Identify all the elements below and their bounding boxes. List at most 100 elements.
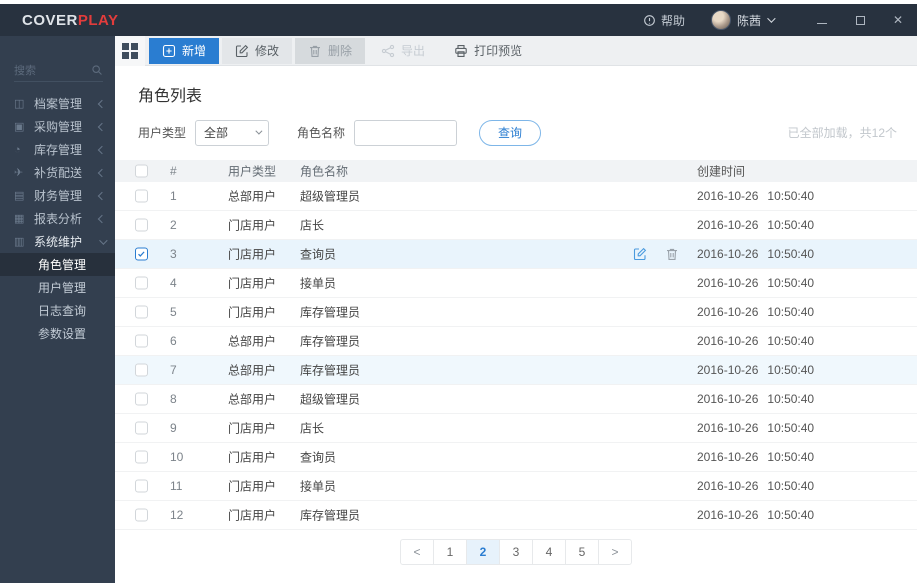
pagination-page-2[interactable]: 2 (466, 539, 500, 565)
user-type-select[interactable]: 全部 (195, 119, 270, 146)
pagination-page-1[interactable]: 1 (433, 539, 467, 565)
row-created-time: 2016-10-26 10:50:40 (697, 508, 814, 522)
row-checkbox[interactable] (135, 479, 148, 493)
report-icon: ▦ (14, 213, 25, 225)
sidebar-item-finance[interactable]: ▤ 财务管理 (0, 184, 115, 207)
role-name-input[interactable] (354, 119, 458, 146)
sidebar-item-inventory[interactable]: ◔ 库存管理 (0, 138, 115, 161)
row-edit-button[interactable] (633, 247, 647, 261)
created-clock: 10:50:40 (767, 218, 815, 232)
archive-icon: ◫ (14, 98, 25, 110)
chevron-left-icon (97, 99, 107, 108)
table-row[interactable]: 7 总部用户 库存管理员 2016-10-26 10:50:40 (115, 356, 917, 385)
row-checkbox[interactable] (135, 392, 148, 406)
table-row[interactable]: 2 门店用户 店长 2016-10-26 10:50:40 (115, 211, 917, 240)
delete-button[interactable]: 删除 (295, 37, 366, 64)
pagination-page-5[interactable]: 5 (565, 539, 599, 565)
query-button[interactable]: 查询 (479, 119, 542, 146)
sidebar-item-archives[interactable]: ◫ 档案管理 (0, 92, 115, 115)
row-role-name: 查询员 (300, 247, 337, 262)
row-checkbox[interactable] (135, 218, 148, 232)
pagination-prev-button[interactable]: < (400, 539, 434, 565)
row-index: 1 (170, 189, 177, 203)
table-row[interactable]: 1 总部用户 超级管理员 2016-10-26 10:50:40 (115, 182, 917, 211)
chevron-down-icon (767, 14, 776, 23)
sidebar-item-purchase[interactable]: ▣ 采购管理 (0, 115, 115, 138)
info-circle-icon (644, 14, 655, 26)
role-name-label: 角色名称 (297, 126, 346, 140)
table-row[interactable]: 4 门店用户 接单员 2016-10-26 10:50:40 (115, 269, 917, 298)
sidebar-subitem-logs[interactable]: 日志查询 (0, 299, 115, 322)
pagination-next-button[interactable]: > (598, 539, 632, 565)
edit-button[interactable]: 修改 (222, 37, 293, 64)
minimize-button[interactable] (803, 4, 841, 36)
grid-menu-button[interactable] (115, 35, 145, 66)
row-checkbox[interactable] (135, 247, 148, 261)
user-menu[interactable]: 陈茜 (710, 10, 776, 30)
pagination-page-4[interactable]: 4 (532, 539, 566, 565)
sidebar-nav: ◫ 档案管理 ▣ 采购管理 ◔ 库存管理 ✈ 补货配送 ▤ 财务管理 ▦ 报表分析 ▥ 系统维护 角色管理用… (0, 92, 115, 345)
row-checkbox[interactable] (135, 305, 148, 319)
search-placeholder: 搜索 (14, 64, 36, 77)
select-all-checkbox[interactable] (135, 164, 148, 178)
close-button[interactable]: ✕ (879, 4, 917, 36)
sidebar-item-reports[interactable]: ▦ 报表分析 (0, 207, 115, 230)
row-role-name: 接单员 (300, 276, 337, 291)
inventory-icon: ◔ (14, 143, 21, 156)
sidebar-item-label: 补货配送 (34, 166, 83, 180)
help-label: 帮助 (660, 13, 685, 28)
table-row[interactable]: 9 门店用户 店长 2016-10-26 10:50:40 (115, 414, 917, 443)
row-checkbox[interactable] (135, 508, 148, 522)
row-index: 10 (170, 450, 184, 464)
row-checkbox[interactable] (135, 363, 148, 377)
plus-square-icon (162, 44, 176, 57)
row-created-time: 2016-10-26 10:50:40 (697, 305, 814, 319)
table-row[interactable]: 5 门店用户 库存管理员 2016-10-26 10:50:40 (115, 298, 917, 327)
sidebar-item-system[interactable]: ▥ 系统维护 (0, 230, 115, 253)
minimize-icon (817, 22, 827, 24)
toolbar: 新增 修改 删除 导出 打印预览 (115, 35, 917, 66)
table-row[interactable]: 3 门店用户 查询员 2016-10-26 10:50:40 (115, 240, 917, 269)
export-button[interactable]: 导出 (368, 38, 438, 64)
column-header-index: # (170, 164, 177, 178)
row-user-type: 总部用户 (228, 334, 277, 349)
sidebar-item-label: 财务管理 (34, 189, 83, 203)
row-index: 9 (170, 421, 177, 435)
row-checkbox[interactable] (135, 334, 148, 348)
sidebar-search-input[interactable]: 搜索 (14, 58, 103, 82)
row-index: 7 (170, 363, 177, 377)
table-row[interactable]: 8 总部用户 超级管理员 2016-10-26 10:50:40 (115, 385, 917, 414)
avatar (710, 10, 731, 30)
maximize-icon (855, 15, 865, 25)
help-button[interactable]: 帮助 (643, 12, 685, 29)
maximize-button[interactable] (841, 4, 879, 36)
row-delete-button[interactable] (665, 247, 679, 261)
row-checkbox[interactable] (135, 276, 148, 290)
row-checkbox[interactable] (135, 421, 148, 435)
app-window: COVERPLAY 帮助 陈茜 ✕ 搜索 ◫ 档案管理 ▣ 采购管理 ◔ 库存管理 ✈ (0, 0, 917, 583)
row-index: 6 (170, 334, 177, 348)
sidebar-subitem-params[interactable]: 参数设置 (0, 322, 115, 345)
trash-icon (310, 45, 321, 57)
table-row[interactable]: 11 门店用户 接单员 2016-10-26 10:50:40 (115, 472, 917, 501)
sidebar-subitem-users[interactable]: 用户管理 (0, 276, 115, 299)
pagination-page-3[interactable]: 3 (499, 539, 533, 565)
row-user-type: 总部用户 (228, 363, 277, 378)
sidebar-item-replenish[interactable]: ✈ 补货配送 (0, 161, 115, 184)
table-row[interactable]: 12 门店用户 库存管理员 2016-10-26 10:50:40 (115, 501, 917, 530)
created-date: 2016-10-26 (697, 218, 759, 232)
created-clock: 10:50:40 (767, 334, 815, 348)
row-checkbox[interactable] (135, 189, 148, 203)
toolbar-buttons: 新增 修改 删除 导出 打印预览 (149, 37, 535, 64)
row-role-name: 店长 (300, 218, 325, 233)
grid-icon (122, 42, 138, 59)
row-checkbox[interactable] (135, 450, 148, 464)
print-preview-button[interactable]: 打印预览 (441, 38, 535, 64)
created-date: 2016-10-26 (697, 479, 759, 493)
add-button[interactable]: 新增 (149, 37, 220, 64)
row-role-name: 超级管理员 (300, 189, 361, 204)
table-row[interactable]: 10 门店用户 查询员 2016-10-26 10:50:40 (115, 443, 917, 472)
table-row[interactable]: 6 总部用户 库存管理员 2016-10-26 10:50:40 (115, 327, 917, 356)
close-icon: ✕ (892, 13, 904, 27)
sidebar-subitem-roles[interactable]: 角色管理 (0, 253, 115, 276)
